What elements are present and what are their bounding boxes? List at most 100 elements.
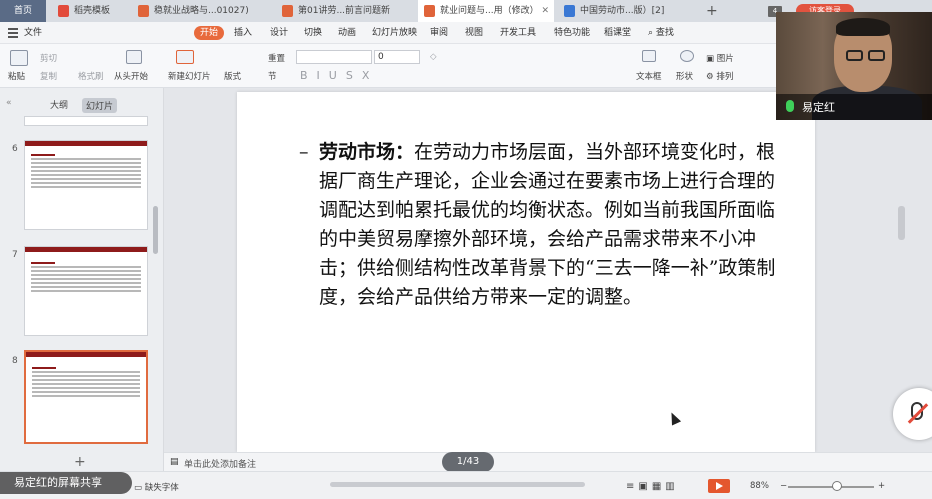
zoom-level[interactable]: 88% [750,481,769,491]
slideshow-icon[interactable] [126,50,142,67]
section-button[interactable]: 节 [268,70,277,82]
zoom-out-icon[interactable]: − [780,481,787,491]
menu-developer[interactable]: 开发工具 [500,22,536,44]
picture-icon: ▣ [706,54,715,64]
zoom-slider-handle[interactable] [832,481,842,491]
notes-placeholder: 单击此处添加备注 [184,460,257,470]
page-indicator: 1/43 [442,452,494,472]
arrange-label: 排列 [716,72,734,82]
picture-label: 图片 [716,54,734,64]
missing-font-label: 缺失字体 [144,483,179,493]
cut-button[interactable]: 剪切 [40,52,57,64]
tab-label: 中国劳动市...版）[2] [580,6,665,16]
menu-classroom[interactable]: 稻课堂 [604,22,631,44]
panel-scrollbar[interactable] [153,206,158,254]
tab-document[interactable]: 第01讲劳...前言问题新 [276,0,416,22]
docer-icon [58,5,69,17]
ppt-file-icon [424,5,435,17]
font-name-field[interactable] [296,50,372,64]
webcam-video: 易定红 [776,12,932,120]
play-slideshow-button[interactable] [708,479,730,493]
tab-slides[interactable]: 幻灯片 [82,98,118,113]
collapse-panel-icon[interactable]: « [6,98,12,108]
tab-document-active[interactable]: 就业问题与...用（修改） ✕ [418,0,554,22]
slide-heading: 劳动市场： [319,141,415,163]
mouse-cursor-icon [666,410,682,426]
paste-button[interactable]: 粘贴 [8,70,25,82]
tab-document[interactable]: 稳就业战略与...01027) [132,0,274,22]
text-box-button[interactable]: 文本框 [636,70,662,82]
tab-label: 首页 [14,6,33,16]
tab-label: 稳就业战略与...01027) [154,6,249,16]
glasses-icon [846,50,863,61]
menu-review[interactable]: 审阅 [430,22,448,44]
tab-document[interactable]: 中国劳动市...版）[2] [558,0,698,22]
copy-button[interactable]: 复制 [40,70,57,82]
missing-font-button[interactable]: ▭ 缺失字体 [134,481,179,493]
slide-number: 6 [12,144,18,154]
clear-format-icon[interactable]: ◇ [430,52,437,62]
menu-insert[interactable]: 插入 [234,22,252,44]
slide-thumbnail-selected[interactable] [24,350,148,444]
tab-home[interactable]: 首页 [0,0,46,22]
word-file-icon [564,5,575,17]
shape-icon[interactable] [680,50,694,65]
slide-panel: « 大纲 幻灯片 6 7 8 + [0,88,164,471]
bullet-dash: – [299,141,309,163]
participant-name-bar: 易定红 [776,94,932,120]
tab-outline[interactable]: 大纲 [50,98,68,111]
screen-share-banner: 易定红的屏幕共享 [0,472,132,494]
add-slide-button[interactable]: + [74,454,86,470]
menu-icon[interactable] [8,28,18,38]
tab-label: 就业问题与...用（修改） [440,6,539,16]
layout-button[interactable]: 版式 [224,70,241,82]
arrange-button[interactable]: ⚙ 排列 [706,70,733,82]
from-start-button[interactable]: 从头开始 [114,70,148,82]
slide-body[interactable]: – 劳动市场：在劳动力市场层面，当外部环境变化时，根据厂商生产理论，企业会通过在要… [299,138,789,312]
search-label: 查找 [655,28,674,38]
font-size-field[interactable]: 0 [374,50,420,64]
menu-view[interactable]: 视图 [465,22,483,44]
arrange-icon: ⚙ [706,72,714,82]
canvas-scrollbar[interactable] [898,206,905,240]
reset-button[interactable]: 重置 [268,52,285,64]
new-slide-icon[interactable] [176,50,194,67]
tab-label: 第01讲劳...前言问题新 [298,6,391,16]
paste-icon[interactable] [10,50,28,69]
participant-name: 易定红 [802,101,835,114]
search-icon: ⌕ [648,28,654,38]
slide-thumbnail[interactable] [24,116,148,126]
zoom-slider[interactable] [788,486,874,488]
shape-button[interactable]: 形状 [676,70,693,82]
notes-icon: ▤ [170,457,179,467]
picture-button[interactable]: ▣ 图片 [706,52,734,64]
menu-start[interactable]: 开始 [194,26,225,40]
new-tab-button[interactable]: + [706,0,718,22]
tab-label: 稻壳模板 [74,6,111,16]
tab-template[interactable]: 稻壳模板 [52,0,130,22]
slide-number: 7 [12,250,18,260]
new-slide-button[interactable]: 新建幻灯片 [168,70,211,82]
menu-transition[interactable]: 切换 [304,22,322,44]
ppt-file-icon [282,5,293,17]
glasses-icon [868,50,885,61]
close-icon[interactable]: ✕ [541,0,549,22]
slide-canvas: – 劳动市场：在劳动力市场层面，当外部环境变化时，根据厂商生产理论，企业会通过在要… [164,88,932,471]
format-painter-button[interactable]: 格式刷 [78,70,104,82]
zoom-in-icon[interactable]: + [878,481,885,491]
video-person-hair [836,18,890,36]
menu-file[interactable]: 文件 [24,22,42,44]
text-box-icon[interactable] [642,50,656,65]
menu-search[interactable]: ⌕ 查找 [648,22,674,44]
menu-animation[interactable]: 动画 [338,22,356,44]
menu-slideshow[interactable]: 幻灯片放映 [372,22,417,44]
menu-design[interactable]: 设计 [270,22,288,44]
notes-area[interactable]: ▤ 单击此处添加备注 [164,452,932,471]
font-style-buttons[interactable]: BIUSX [300,69,378,82]
slide-thumbnail[interactable] [24,140,148,230]
ppt-file-icon [138,5,149,17]
view-mode-icons[interactable]: ≡▣▦▥ [626,481,679,492]
menu-features[interactable]: 特色功能 [554,22,590,44]
slide[interactable]: – 劳动市场：在劳动力市场层面，当外部环境变化时，根据厂商生产理论，企业会通过在要… [237,92,815,452]
slide-thumbnail[interactable] [24,246,148,336]
